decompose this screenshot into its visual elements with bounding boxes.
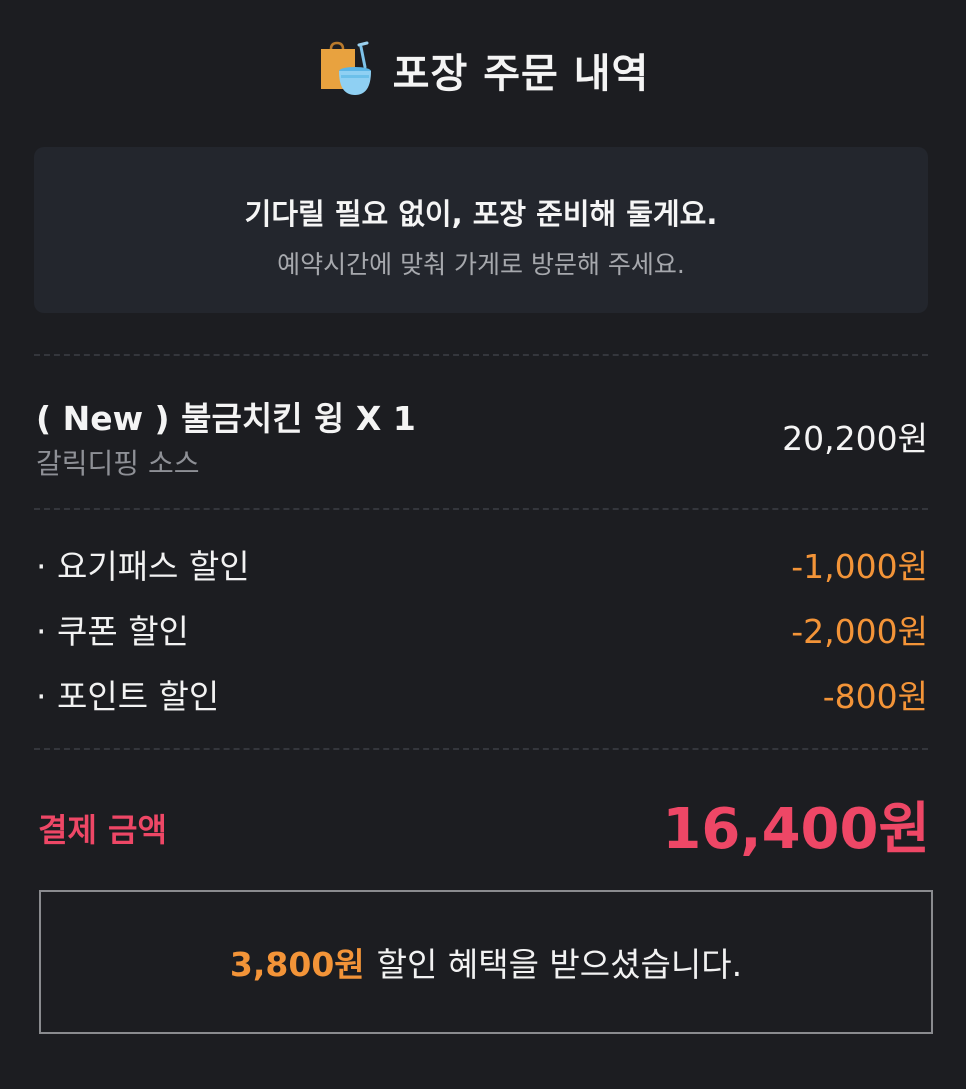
discount-row-yogipass: · 요기패스 할인 -1,000원 (36, 540, 928, 586)
discount-amount: -1,000원 (791, 547, 928, 586)
page-header: 포장 주문 내역 (0, 38, 966, 102)
divider (34, 748, 928, 750)
order-item-name: ( New ) 불금치킨 윙 X 1 (36, 399, 416, 438)
pickup-notice-card: 기다릴 필요 없이, 포장 준비해 둘게요. 예약시간에 맞춰 가게로 방문해 … (34, 147, 928, 313)
notice-subtext: 예약시간에 맞춰 가게로 방문해 주세요. (277, 250, 685, 279)
notice-headline: 기다릴 필요 없이, 포장 준비해 둘게요. (244, 197, 718, 231)
discount-row-point: · 포인트 할인 -800원 (36, 670, 928, 716)
order-item-option: 갈릭디핑 소스 (36, 447, 200, 480)
total-amount: 16,400원 (662, 797, 930, 862)
benefit-text: 할인 혜택을 받으셨습니다. (376, 945, 743, 984)
page-title: 포장 주문 내역 (392, 51, 650, 97)
total-label: 결제 금액 (38, 811, 167, 849)
benefit-amount: 3,800원 (229, 945, 365, 984)
discount-row-coupon: · 쿠폰 할인 -2,000원 (36, 605, 928, 651)
discount-benefit-box: 3,800원 할인 혜택을 받으셨습니다. (39, 890, 933, 1034)
discount-label: · 쿠폰 할인 (36, 612, 189, 651)
takeout-bag-icon (320, 41, 371, 95)
discount-amount: -800원 (822, 677, 928, 716)
order-item-price: 20,200원 (782, 419, 928, 458)
divider (34, 508, 928, 510)
divider (34, 354, 928, 356)
discount-label: · 포인트 할인 (36, 677, 220, 716)
discount-label: · 요기패스 할인 (36, 547, 250, 586)
discount-amount: -2,000원 (791, 612, 928, 651)
